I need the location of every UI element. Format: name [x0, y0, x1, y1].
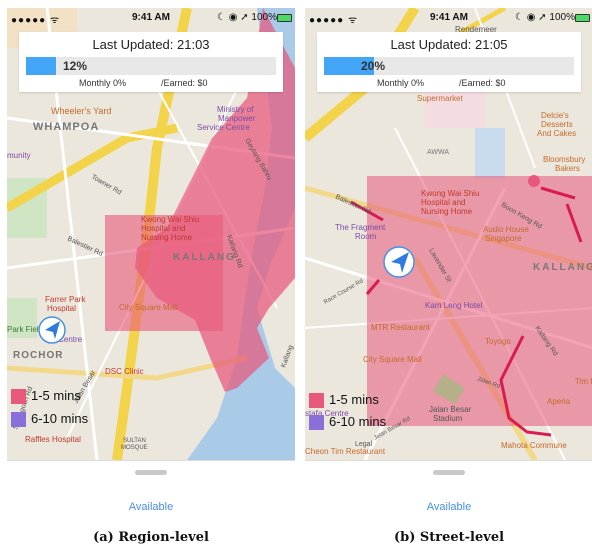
- map-label: Farrer Park: [45, 295, 86, 304]
- status-bar: ●●●●● ᯤ 9:41 AM ☾ ◉ ➚ 100%: [305, 8, 592, 28]
- map-label: Wheeler's Yard: [51, 106, 111, 116]
- stats-panel: Last Updated: 21:05 20% Monthly 0% /Earn…: [317, 32, 581, 92]
- legend-swatch: [309, 393, 324, 408]
- progress-label: 12%: [63, 59, 88, 73]
- map-label: Nursing Home: [141, 233, 193, 242]
- legend-label: 1-5 mins: [31, 388, 81, 403]
- map-label: AWWA: [427, 149, 449, 156]
- map-label: Hospital and: [141, 224, 185, 233]
- map-label: DSC Clinic: [105, 367, 144, 376]
- map-label: City Square Mall: [363, 355, 422, 364]
- map-label: WHAMPOA: [33, 121, 99, 133]
- map-label: Manpower: [218, 114, 256, 123]
- pin-icon: [528, 175, 540, 187]
- map-label: munity: [7, 151, 31, 160]
- status-bar: ●●●●● ᯤ 9:41 AM ☾ ◉ ➚ 100%: [7, 8, 295, 28]
- monthly-stat: Monthly 0%: [377, 78, 425, 88]
- map-label: Bakers: [555, 164, 580, 173]
- last-updated: Last Updated: 21:03: [92, 37, 210, 52]
- map-label: Hospital and: [421, 198, 465, 207]
- map-label: Kwong Wai Shiu: [421, 189, 479, 198]
- progress-fill: [26, 57, 56, 75]
- map-label: Park Field: [7, 325, 43, 334]
- legend-swatch: [11, 412, 26, 427]
- map-label: MOSQUE: [121, 445, 148, 451]
- legend-swatch: [309, 415, 324, 430]
- available-button[interactable]: Available: [305, 501, 592, 513]
- map-label: Raffles Hospital: [25, 435, 81, 444]
- map-label: ROCHOR: [13, 350, 63, 361]
- legend-label: 6-10 mins: [31, 411, 89, 426]
- status-indicators: ☾ ◉ ➚ 100%: [515, 12, 575, 23]
- map-label: Kam Leng Hotel: [425, 301, 483, 310]
- earned-stat: /Earned: $0: [161, 78, 208, 88]
- earned-stat: /Earned: $0: [459, 78, 506, 88]
- map-label: Jalan Besar: [429, 405, 472, 414]
- phone-region-level: Wheeler's Yard WHAMPOA Ministry of Manpo…: [7, 8, 295, 518]
- map-label: Stadium: [433, 414, 463, 423]
- progress-label: 20%: [361, 59, 386, 73]
- progress-bar: 20%: [324, 57, 574, 75]
- caption-street-level: (b) Street-level: [393, 530, 505, 545]
- monthly-stat: Monthly 0%: [79, 78, 127, 88]
- map-label: Audio House: [483, 225, 529, 234]
- battery-icon: [575, 14, 590, 22]
- map-label: Ministry of: [217, 105, 254, 114]
- map-label: Toyogo: [485, 337, 511, 346]
- map-label: Delcie's: [541, 111, 569, 120]
- last-updated: Last Updated: 21:05: [390, 37, 508, 52]
- map-label: Cheon Tim Restaurant: [305, 447, 386, 456]
- map-label: Mahota Commune: [501, 441, 567, 450]
- map-label: City Square Mall: [119, 303, 178, 312]
- map-label: Service Centre: [197, 123, 250, 132]
- map-label: The Fragment: [335, 223, 386, 232]
- battery-icon: [277, 14, 292, 22]
- map-label: Kwong Wai Shiu: [141, 215, 199, 224]
- status-indicators: ☾ ◉ ➚ 100%: [217, 12, 277, 23]
- map-label: And Cakes: [537, 129, 576, 138]
- phone-street-level: Rendemeer Supermarket AWWA Delcie's Dess…: [305, 8, 592, 518]
- legend-label: 1-5 mins: [329, 392, 379, 407]
- map-label: KALLANG: [173, 252, 236, 263]
- bottom-sheet[interactable]: Available: [7, 460, 295, 518]
- map-label: MTR Restaurant: [371, 323, 430, 332]
- legend-swatch: [11, 389, 26, 404]
- legend-label: 6-10 mins: [329, 414, 387, 429]
- map-label: Singapore: [485, 234, 522, 243]
- map-label: SULTAN: [123, 438, 146, 444]
- map-label: Aperia: [547, 397, 571, 406]
- map-label: Supermarket: [417, 94, 464, 103]
- drag-handle[interactable]: [135, 470, 167, 475]
- map-label: Nursing Home: [421, 207, 473, 216]
- available-button[interactable]: Available: [7, 501, 295, 513]
- progress-bar: 12%: [26, 57, 276, 75]
- map-label: KALLANG: [533, 262, 592, 273]
- map-label: Desserts: [541, 120, 573, 129]
- caption-region-level: (a) Region-level: [93, 530, 209, 545]
- map-label: Hospital: [47, 304, 76, 313]
- map-label: Tim H: [575, 377, 592, 386]
- bottom-sheet[interactable]: Available: [305, 460, 592, 518]
- stats-panel: Last Updated: 21:03 12% Monthly 0% /Earn…: [19, 32, 283, 92]
- map-label: Bloomsbury: [543, 155, 585, 164]
- drag-handle[interactable]: [433, 470, 465, 475]
- map-label: Room: [355, 232, 377, 241]
